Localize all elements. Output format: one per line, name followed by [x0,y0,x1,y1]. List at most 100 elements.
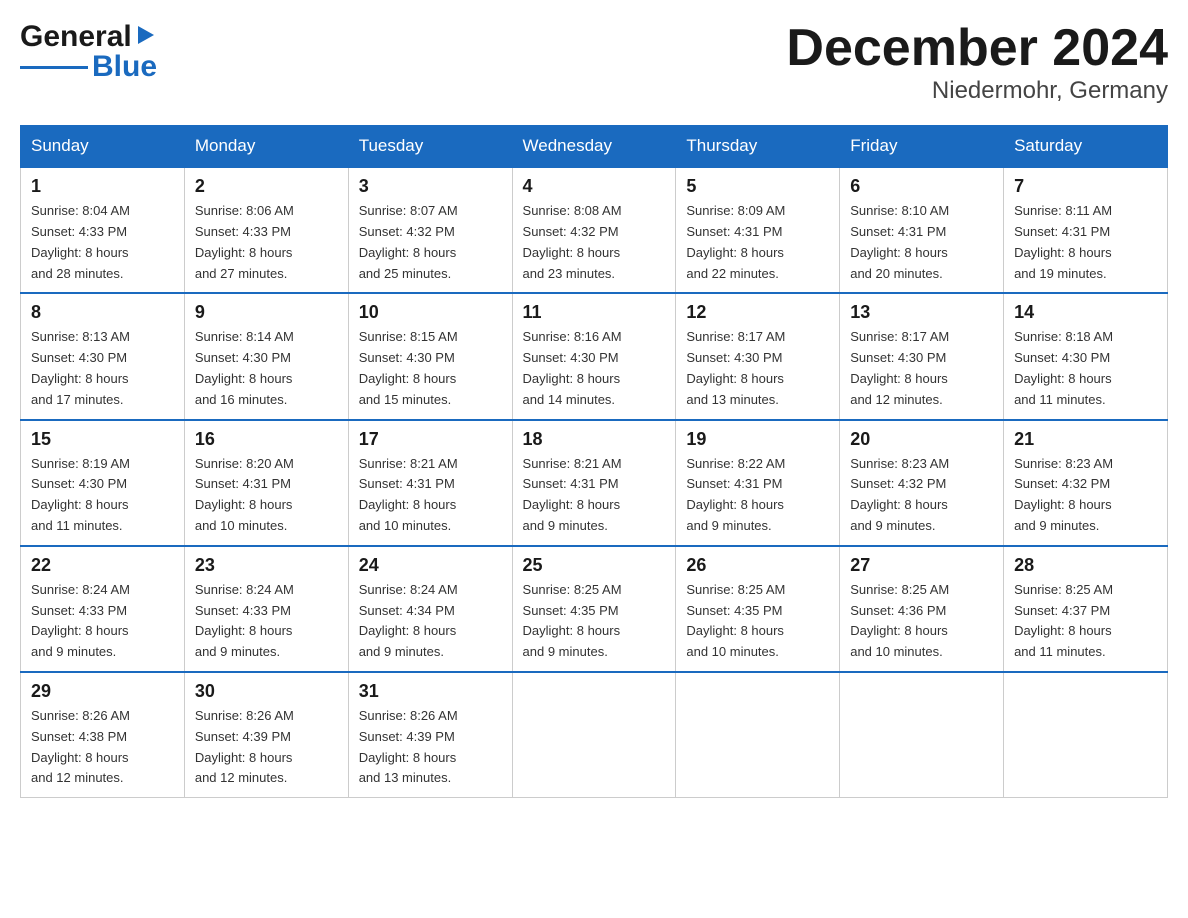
calendar-cell: 24 Sunrise: 8:24 AM Sunset: 4:34 PM Dayl… [348,546,512,672]
day-number: 10 [359,302,502,323]
day-number: 31 [359,681,502,702]
calendar-week-3: 15 Sunrise: 8:19 AM Sunset: 4:30 PM Dayl… [21,420,1168,546]
page-title: December 2024 [786,20,1168,77]
sun-info: Sunrise: 8:17 AM Sunset: 4:30 PM Dayligh… [686,329,785,406]
sun-info: Sunrise: 8:04 AM Sunset: 4:33 PM Dayligh… [31,203,130,280]
calendar-cell: 25 Sunrise: 8:25 AM Sunset: 4:35 PM Dayl… [512,546,676,672]
calendar-cell: 16 Sunrise: 8:20 AM Sunset: 4:31 PM Dayl… [184,420,348,546]
calendar-cell: 3 Sunrise: 8:07 AM Sunset: 4:32 PM Dayli… [348,167,512,293]
sun-info: Sunrise: 8:15 AM Sunset: 4:30 PM Dayligh… [359,329,458,406]
calendar-cell: 23 Sunrise: 8:24 AM Sunset: 4:33 PM Dayl… [184,546,348,672]
sun-info: Sunrise: 8:25 AM Sunset: 4:35 PM Dayligh… [523,582,622,659]
day-number: 4 [523,176,666,197]
calendar-cell: 30 Sunrise: 8:26 AM Sunset: 4:39 PM Dayl… [184,672,348,798]
sun-info: Sunrise: 8:25 AM Sunset: 4:35 PM Dayligh… [686,582,785,659]
calendar-cell: 21 Sunrise: 8:23 AM Sunset: 4:32 PM Dayl… [1004,420,1168,546]
calendar-cell: 27 Sunrise: 8:25 AM Sunset: 4:36 PM Dayl… [840,546,1004,672]
calendar-cell: 2 Sunrise: 8:06 AM Sunset: 4:33 PM Dayli… [184,167,348,293]
calendar-week-1: 1 Sunrise: 8:04 AM Sunset: 4:33 PM Dayli… [21,167,1168,293]
calendar-dow-saturday: Saturday [1004,126,1168,168]
calendar-cell [1004,672,1168,798]
calendar-cell: 5 Sunrise: 8:09 AM Sunset: 4:31 PM Dayli… [676,167,840,293]
sun-info: Sunrise: 8:26 AM Sunset: 4:39 PM Dayligh… [195,708,294,785]
day-number: 14 [1014,302,1157,323]
calendar-cell [840,672,1004,798]
day-number: 1 [31,176,174,197]
title-block: December 2024 Niedermohr, Germany [786,20,1168,105]
day-number: 21 [1014,429,1157,450]
calendar-cell: 9 Sunrise: 8:14 AM Sunset: 4:30 PM Dayli… [184,293,348,419]
logo-general-text: General [20,20,132,54]
calendar-cell: 19 Sunrise: 8:22 AM Sunset: 4:31 PM Dayl… [676,420,840,546]
sun-info: Sunrise: 8:16 AM Sunset: 4:30 PM Dayligh… [523,329,622,406]
day-number: 24 [359,555,502,576]
sun-info: Sunrise: 8:24 AM Sunset: 4:34 PM Dayligh… [359,582,458,659]
calendar-cell: 11 Sunrise: 8:16 AM Sunset: 4:30 PM Dayl… [512,293,676,419]
calendar-cell: 29 Sunrise: 8:26 AM Sunset: 4:38 PM Dayl… [21,672,185,798]
day-number: 28 [1014,555,1157,576]
calendar-cell: 17 Sunrise: 8:21 AM Sunset: 4:31 PM Dayl… [348,420,512,546]
day-number: 12 [686,302,829,323]
day-number: 7 [1014,176,1157,197]
calendar-header-row: SundayMondayTuesdayWednesdayThursdayFrid… [21,126,1168,168]
calendar-dow-sunday: Sunday [21,126,185,168]
logo-triangle-icon [134,24,156,46]
sun-info: Sunrise: 8:23 AM Sunset: 4:32 PM Dayligh… [850,456,949,533]
calendar-cell: 18 Sunrise: 8:21 AM Sunset: 4:31 PM Dayl… [512,420,676,546]
sun-info: Sunrise: 8:24 AM Sunset: 4:33 PM Dayligh… [195,582,294,659]
sun-info: Sunrise: 8:06 AM Sunset: 4:33 PM Dayligh… [195,203,294,280]
sun-info: Sunrise: 8:13 AM Sunset: 4:30 PM Dayligh… [31,329,130,406]
sun-info: Sunrise: 8:26 AM Sunset: 4:38 PM Dayligh… [31,708,130,785]
day-number: 11 [523,302,666,323]
day-number: 2 [195,176,338,197]
day-number: 26 [686,555,829,576]
sun-info: Sunrise: 8:09 AM Sunset: 4:31 PM Dayligh… [686,203,785,280]
day-number: 5 [686,176,829,197]
day-number: 6 [850,176,993,197]
day-number: 20 [850,429,993,450]
page-header: General Blue December 2024 Niedermohr, G… [20,20,1168,105]
calendar-cell: 22 Sunrise: 8:24 AM Sunset: 4:33 PM Dayl… [21,546,185,672]
calendar-week-4: 22 Sunrise: 8:24 AM Sunset: 4:33 PM Dayl… [21,546,1168,672]
day-number: 25 [523,555,666,576]
sun-info: Sunrise: 8:21 AM Sunset: 4:31 PM Dayligh… [523,456,622,533]
sun-info: Sunrise: 8:21 AM Sunset: 4:31 PM Dayligh… [359,456,458,533]
logo-blue-text: Blue [92,50,157,84]
calendar-cell: 6 Sunrise: 8:10 AM Sunset: 4:31 PM Dayli… [840,167,1004,293]
sun-info: Sunrise: 8:25 AM Sunset: 4:36 PM Dayligh… [850,582,949,659]
calendar-cell: 13 Sunrise: 8:17 AM Sunset: 4:30 PM Dayl… [840,293,1004,419]
calendar-cell: 1 Sunrise: 8:04 AM Sunset: 4:33 PM Dayli… [21,167,185,293]
sun-info: Sunrise: 8:11 AM Sunset: 4:31 PM Dayligh… [1014,203,1112,280]
sun-info: Sunrise: 8:25 AM Sunset: 4:37 PM Dayligh… [1014,582,1113,659]
sun-info: Sunrise: 8:23 AM Sunset: 4:32 PM Dayligh… [1014,456,1113,533]
logo: General Blue [20,20,157,84]
calendar-dow-tuesday: Tuesday [348,126,512,168]
day-number: 27 [850,555,993,576]
day-number: 9 [195,302,338,323]
day-number: 19 [686,429,829,450]
sun-info: Sunrise: 8:08 AM Sunset: 4:32 PM Dayligh… [523,203,622,280]
calendar-cell: 20 Sunrise: 8:23 AM Sunset: 4:32 PM Dayl… [840,420,1004,546]
sun-info: Sunrise: 8:10 AM Sunset: 4:31 PM Dayligh… [850,203,949,280]
calendar-dow-monday: Monday [184,126,348,168]
sun-info: Sunrise: 8:20 AM Sunset: 4:31 PM Dayligh… [195,456,294,533]
calendar-cell: 8 Sunrise: 8:13 AM Sunset: 4:30 PM Dayli… [21,293,185,419]
day-number: 22 [31,555,174,576]
calendar-cell: 14 Sunrise: 8:18 AM Sunset: 4:30 PM Dayl… [1004,293,1168,419]
sun-info: Sunrise: 8:26 AM Sunset: 4:39 PM Dayligh… [359,708,458,785]
day-number: 17 [359,429,502,450]
sun-info: Sunrise: 8:19 AM Sunset: 4:30 PM Dayligh… [31,456,130,533]
calendar-cell: 10 Sunrise: 8:15 AM Sunset: 4:30 PM Dayl… [348,293,512,419]
calendar-cell [676,672,840,798]
calendar-cell: 15 Sunrise: 8:19 AM Sunset: 4:30 PM Dayl… [21,420,185,546]
calendar-week-2: 8 Sunrise: 8:13 AM Sunset: 4:30 PM Dayli… [21,293,1168,419]
calendar-week-5: 29 Sunrise: 8:26 AM Sunset: 4:38 PM Dayl… [21,672,1168,798]
day-number: 3 [359,176,502,197]
logo-underline [20,66,88,69]
sun-info: Sunrise: 8:22 AM Sunset: 4:31 PM Dayligh… [686,456,785,533]
day-number: 23 [195,555,338,576]
sun-info: Sunrise: 8:07 AM Sunset: 4:32 PM Dayligh… [359,203,458,280]
day-number: 18 [523,429,666,450]
day-number: 30 [195,681,338,702]
sun-info: Sunrise: 8:18 AM Sunset: 4:30 PM Dayligh… [1014,329,1113,406]
